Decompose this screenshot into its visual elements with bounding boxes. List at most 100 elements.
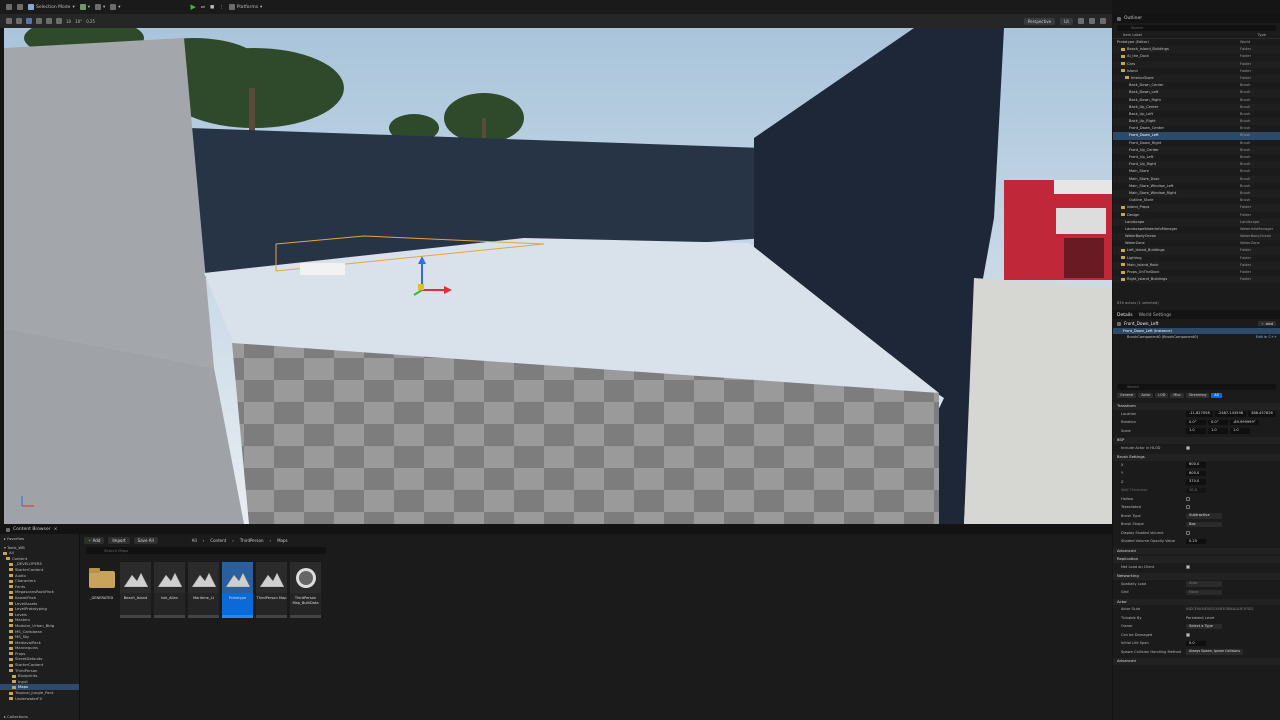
- spatial-load-dropdown[interactable]: Auto: [1186, 581, 1222, 587]
- stop-icon[interactable]: ■: [210, 5, 214, 10]
- outliner-row[interactable]: Design Folder: [1113, 212, 1280, 219]
- outliner-row[interactable]: Back_Up_Left Brush: [1113, 111, 1280, 118]
- rotation-z[interactable]: -89.999999°: [1230, 419, 1259, 425]
- item-label-header[interactable]: Item Label: [1123, 33, 1142, 38]
- outliner-tab[interactable]: Outliner: [1113, 14, 1280, 23]
- save-icon[interactable]: [6, 4, 12, 10]
- component-row[interactable]: BrushComponent0 (BrushComponent0) Edit in…: [1113, 334, 1280, 340]
- can-be-damaged-checkbox[interactable]: [1186, 632, 1190, 637]
- breadcrumb-item[interactable]: Content: [210, 538, 226, 543]
- outliner-row[interactable]: Main_Island_Rock Folder: [1113, 261, 1280, 269]
- blueprints-button[interactable]: ▾: [94, 4, 105, 10]
- location-y[interactable]: -2487.143598: [1214, 411, 1247, 417]
- advanced2-section[interactable]: Advanced: [1113, 658, 1280, 665]
- grid-dropdown[interactable]: None: [1186, 589, 1222, 595]
- location-x[interactable]: -11.827058: [1186, 411, 1213, 417]
- spawn-dropdown[interactable]: Always Spawn, Ignore Collisions: [1186, 649, 1243, 655]
- outliner-row[interactable]: Main_Store_Window_Left Brush: [1113, 183, 1280, 190]
- save-all-button[interactable]: Save All: [133, 537, 158, 544]
- outliner-row[interactable]: Island Folder: [1113, 68, 1280, 75]
- asset-tile[interactable]: _GENERATED: [86, 562, 117, 618]
- outliner-row[interactable]: Front_Down_Right Brush: [1113, 140, 1280, 147]
- rotation-y[interactable]: 0.0°: [1208, 419, 1228, 425]
- asset-tile[interactable]: Isle_Alien: [154, 562, 185, 618]
- tessellated-checkbox[interactable]: [1186, 505, 1190, 510]
- tab-details[interactable]: Details: [1117, 313, 1133, 318]
- select-icon[interactable]: [16, 18, 22, 24]
- outliner-row[interactable]: Prototype (Editor) World: [1113, 39, 1280, 46]
- filter-button[interactable]: Actor: [1138, 393, 1154, 398]
- viewport-menu-icon[interactable]: [6, 18, 12, 24]
- settings-icon[interactable]: [1089, 18, 1095, 24]
- wall-thickness-field[interactable]: 10.0: [1186, 487, 1206, 493]
- asset-tile[interactable]: Prototype: [222, 562, 253, 618]
- rotation-snap[interactable]: 10°: [75, 19, 82, 24]
- scale-x[interactable]: 1.0: [1186, 428, 1206, 434]
- outliner-row[interactable]: Back_Up_Right Brush: [1113, 118, 1280, 126]
- outliner-row[interactable]: Back_Down_Left Brush: [1113, 89, 1280, 97]
- maximize-icon[interactable]: [1100, 18, 1106, 24]
- outliner-row[interactable]: Cars Folder: [1113, 60, 1280, 68]
- brush-x-field[interactable]: 600.0: [1186, 462, 1206, 468]
- filter-button[interactable]: Streaming: [1185, 393, 1210, 398]
- outliner-row[interactable]: Main_Store Brush: [1113, 168, 1280, 175]
- breadcrumb-item[interactable]: All: [192, 538, 197, 543]
- level-viewport[interactable]: [4, 28, 1112, 524]
- quick-add-button[interactable]: ▾: [79, 4, 90, 10]
- hollow-checkbox[interactable]: [1186, 496, 1190, 501]
- edit-link[interactable]: Edit in C++: [1256, 334, 1277, 340]
- grid-snap[interactable]: 10: [66, 19, 71, 24]
- mode-dropdown[interactable]: Selection Mode ▾: [28, 4, 75, 10]
- outliner-row[interactable]: Right_Island_Buildings Folder: [1113, 276, 1280, 284]
- outliner-row[interactable]: Back_Down_Center Brush: [1113, 82, 1280, 89]
- advanced-section[interactable]: Advanced: [1113, 547, 1280, 554]
- outliner-row[interactable]: Main_Store_Window_Right Brush: [1113, 189, 1280, 198]
- folder-tree-item[interactable]: UnderwaterFX: [0, 696, 79, 702]
- outliner-row[interactable]: InteriorStore Folder: [1113, 74, 1280, 83]
- scale-snap[interactable]: 0.25: [86, 19, 95, 24]
- rotation-x[interactable]: 0.0°: [1186, 419, 1206, 425]
- actor-name[interactable]: Front_Down_Left: [1124, 321, 1159, 326]
- browse-icon[interactable]: [17, 4, 23, 10]
- outliner-row[interactable]: Front_Up_Center Brush: [1113, 146, 1280, 154]
- add-button[interactable]: Add: [84, 537, 105, 544]
- play-icon[interactable]: ▶: [191, 3, 196, 11]
- owner-dropdown[interactable]: Select a Type: [1186, 623, 1222, 629]
- outliner-row[interactable]: Front_Up_Right Brush: [1113, 161, 1280, 169]
- world-icon[interactable]: [56, 18, 62, 24]
- type-header[interactable]: Type: [1258, 33, 1266, 38]
- outliner-row[interactable]: Front_Up_Left Brush: [1113, 154, 1280, 161]
- display-shaded-checkbox[interactable]: [1186, 530, 1190, 535]
- asset-tile[interactable]: Maritime_Lt: [188, 562, 219, 618]
- outliner-row[interactable]: Front_Down_Left Brush: [1113, 132, 1280, 140]
- platforms-button[interactable]: Platforms ▾: [228, 4, 262, 10]
- outliner-row[interactable]: Outline_Store Brush: [1113, 197, 1280, 204]
- outliner-search-input[interactable]: Search: [1117, 25, 1276, 31]
- outliner-row[interactable]: Beach_Island_Buildings Folder: [1113, 46, 1280, 54]
- scale-z[interactable]: 1.0: [1230, 428, 1250, 434]
- asset-tile[interactable]: ThirdPerson Map: [256, 562, 287, 618]
- outliner-row[interactable]: WaterBodyOcean WaterBodyOcean: [1113, 233, 1280, 241]
- breadcrumb-item[interactable]: Maps: [277, 538, 288, 543]
- step-icon[interactable]: ⏭: [201, 4, 205, 10]
- brush-type-dropdown[interactable]: Subtractive: [1186, 513, 1222, 519]
- collections-header[interactable]: ▸ Collections: [0, 714, 28, 720]
- tab-world-settings[interactable]: World Settings: [1139, 313, 1172, 318]
- net-load-checkbox[interactable]: [1186, 564, 1190, 569]
- favorites-header[interactable]: ▸ Favorites: [0, 536, 79, 542]
- outliner-row[interactable]: Props_OnTheDock Folder: [1113, 269, 1280, 276]
- location-z[interactable]: 388.457826: [1248, 411, 1276, 417]
- close-icon[interactable]: ×: [54, 527, 58, 532]
- content-browser-tab[interactable]: Content Browser ×: [0, 525, 1112, 534]
- translate-icon[interactable]: [26, 18, 32, 24]
- scale-y[interactable]: 1.0: [1208, 428, 1228, 434]
- asset-tile[interactable]: ThirdPerson Map_BuiltData: [290, 562, 321, 618]
- outliner-row[interactable]: LandscapeWaterInfoManager WaterInfoManage…: [1113, 226, 1280, 233]
- outliner-row[interactable]: Island_Props Folder: [1113, 204, 1280, 212]
- outliner-row[interactable]: Lighting Folder: [1113, 255, 1280, 262]
- scale-icon[interactable]: [46, 18, 52, 24]
- outliner-row[interactable]: Left_Island_Buildings Folder: [1113, 247, 1280, 255]
- include-hlod-checkbox[interactable]: [1186, 445, 1190, 450]
- show-icon[interactable]: [1078, 18, 1084, 24]
- perspective-button[interactable]: Perspective: [1023, 17, 1056, 25]
